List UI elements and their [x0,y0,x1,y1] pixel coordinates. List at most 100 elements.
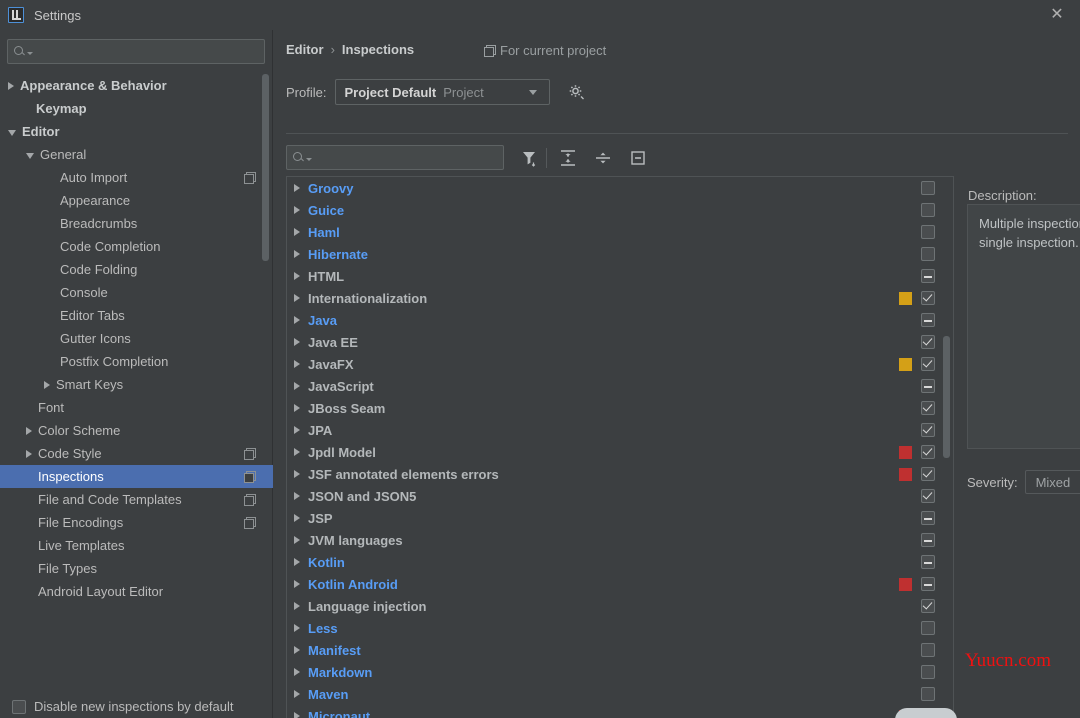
chevron-right-icon[interactable] [8,81,14,90]
sidebar-item-code-completion[interactable]: Code Completion [0,235,273,258]
inspection-enabled-checkbox[interactable] [921,291,935,305]
chevron-right-icon[interactable] [294,228,300,236]
inspection-group-row[interactable]: Java [287,309,942,331]
inspection-group-row[interactable]: Language injection [287,595,942,617]
chevron-right-icon[interactable] [294,514,300,522]
chevron-right-icon[interactable] [44,380,50,389]
inspection-enabled-checkbox[interactable] [921,489,935,503]
chevron-down-icon[interactable] [26,153,34,159]
inspection-enabled-checkbox[interactable] [921,335,935,349]
sidebar-item-auto-import[interactable]: Auto Import [0,166,273,189]
chevron-right-icon[interactable] [294,470,300,478]
inspection-enabled-checkbox[interactable] [921,577,935,591]
chevron-right-icon[interactable] [294,580,300,588]
inspection-enabled-checkbox[interactable] [921,269,935,283]
chevron-right-icon[interactable] [26,426,32,435]
chevron-right-icon[interactable] [294,558,300,566]
inspection-group-row[interactable]: Markdown [287,661,942,683]
sidebar-item-file-encodings[interactable]: File Encodings [0,511,273,534]
disable-new-inspections-row[interactable]: Disable new inspections by default [12,699,233,714]
chevron-right-icon[interactable] [294,536,300,544]
chevron-right-icon[interactable] [294,690,300,698]
sidebar-item-appearance[interactable]: Appearance [0,189,273,212]
collapse-all-icon[interactable] [592,147,614,169]
inspection-group-row[interactable]: Java EE [287,331,942,353]
inspection-enabled-checkbox[interactable] [921,643,935,657]
chevron-right-icon[interactable] [294,404,300,412]
inspection-enabled-checkbox[interactable] [921,467,935,481]
sidebar-item-keymap[interactable]: Keymap [0,97,273,120]
inspection-group-row[interactable]: JSP [287,507,942,529]
chevron-right-icon[interactable] [294,448,300,456]
chevron-right-icon[interactable] [294,426,300,434]
close-icon[interactable]: ✕ [1034,0,1080,30]
inspection-enabled-checkbox[interactable] [921,423,935,437]
sidebar-item-console[interactable]: Console [0,281,273,304]
reset-box-icon[interactable] [627,147,649,169]
inspection-group-row[interactable]: Less [287,617,942,639]
inspection-group-row[interactable]: Jpdl Model [287,441,942,463]
chevron-right-icon[interactable] [294,492,300,500]
inspection-enabled-checkbox[interactable] [921,247,935,261]
sidebar-item-general[interactable]: General [0,143,273,166]
sidebar-item-code-style[interactable]: Code Style [0,442,273,465]
inspection-search-input[interactable] [286,145,504,170]
sidebar-item-file-types[interactable]: File Types [0,557,273,580]
inspection-enabled-checkbox[interactable] [921,687,935,701]
inspection-group-row[interactable]: JBoss Seam [287,397,942,419]
inspection-enabled-checkbox[interactable] [921,511,935,525]
inspection-group-row[interactable]: JSF annotated elements errors [287,463,942,485]
inspection-group-row[interactable]: JSON and JSON5 [287,485,942,507]
inspection-group-row[interactable]: HTML [287,265,942,287]
inspection-enabled-checkbox[interactable] [921,555,935,569]
inspection-group-row[interactable]: Kotlin Android [287,573,942,595]
sidebar-item-font[interactable]: Font [0,396,273,419]
inspection-enabled-checkbox[interactable] [921,599,935,613]
inspection-group-row[interactable]: Groovy [287,177,942,199]
chevron-right-icon[interactable] [26,449,32,458]
inspection-enabled-checkbox[interactable] [921,379,935,393]
inspection-enabled-checkbox[interactable] [921,665,935,679]
disable-new-inspections-checkbox[interactable] [12,699,26,714]
inspection-enabled-checkbox[interactable] [921,621,935,635]
chevron-right-icon[interactable] [294,272,300,280]
chevron-right-icon[interactable] [294,206,300,214]
sidebar-item-file-and-code-templates[interactable]: File and Code Templates [0,488,273,511]
sidebar-item-color-scheme[interactable]: Color Scheme [0,419,273,442]
chevron-right-icon[interactable] [294,338,300,346]
chevron-right-icon[interactable] [294,382,300,390]
sidebar-item-editor-tabs[interactable]: Editor Tabs [0,304,273,327]
chevron-down-icon[interactable] [8,130,16,136]
inspection-group-row[interactable]: JPA [287,419,942,441]
dialog-ok-button[interactable] [895,708,957,718]
sidebar-search-input[interactable] [7,39,265,64]
sidebar-item-appearance-behavior[interactable]: Appearance & Behavior [0,74,273,97]
chevron-right-icon[interactable] [294,668,300,676]
inspection-group-row[interactable]: Haml [287,221,942,243]
sidebar-item-live-templates[interactable]: Live Templates [0,534,273,557]
sidebar-item-gutter-icons[interactable]: Gutter Icons [0,327,273,350]
inspection-enabled-checkbox[interactable] [921,225,935,239]
sidebar-item-postfix-completion[interactable]: Postfix Completion [0,350,273,373]
chevron-right-icon[interactable] [294,712,300,718]
inspection-group-row[interactable]: JavaScript [287,375,942,397]
chevron-right-icon[interactable] [294,360,300,368]
inspection-group-row[interactable]: Internationalization [287,287,942,309]
chevron-right-icon[interactable] [294,294,300,302]
inspection-group-row[interactable]: Guice [287,199,942,221]
inspection-enabled-checkbox[interactable] [921,533,935,547]
inspection-enabled-checkbox[interactable] [921,313,935,327]
filter-funnel-icon[interactable] [518,147,540,169]
sidebar-item-smart-keys[interactable]: Smart Keys [0,373,273,396]
chevron-right-icon[interactable] [294,624,300,632]
profile-select[interactable]: Project Default Project [335,79,551,105]
chevron-right-icon[interactable] [294,250,300,258]
severity-select[interactable]: Mixed [1024,470,1080,494]
inspection-enabled-checkbox[interactable] [921,203,935,217]
gear-icon[interactable] [566,82,586,102]
inspections-scrollbar[interactable] [942,178,951,718]
sidebar-item-inspections[interactable]: Inspections [0,465,273,488]
chevron-right-icon[interactable] [294,646,300,654]
expand-all-icon[interactable] [557,147,579,169]
inspection-enabled-checkbox[interactable] [921,401,935,415]
